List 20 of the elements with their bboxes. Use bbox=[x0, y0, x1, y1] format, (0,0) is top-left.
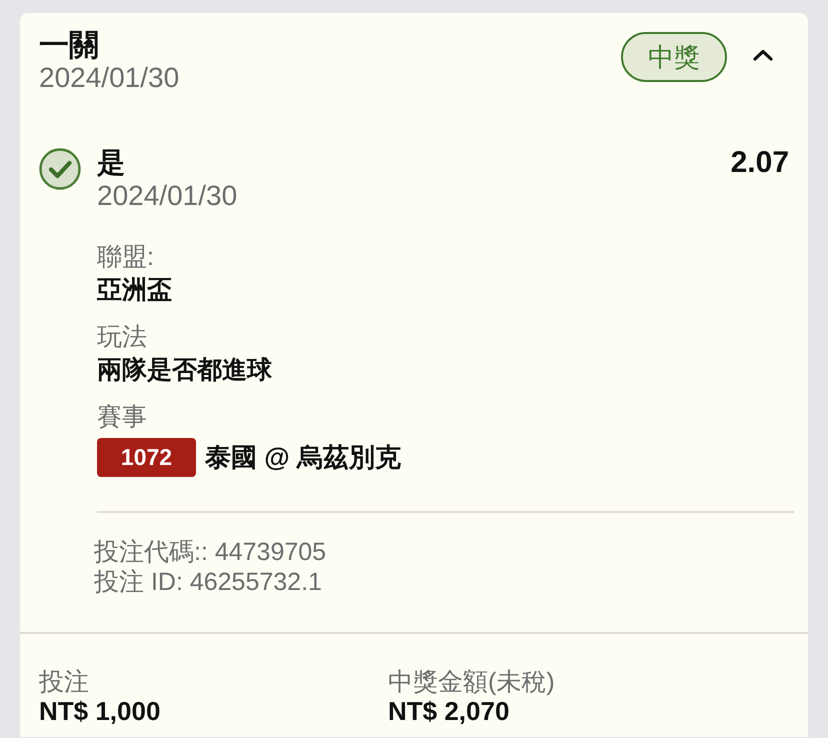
pick-label: 是 bbox=[97, 146, 125, 179]
ticket-title: 一關 bbox=[39, 30, 100, 62]
event-code-tag: 1072 bbox=[97, 438, 196, 477]
detail-value: 兩隊是否都進球 bbox=[97, 355, 273, 386]
bet-reference: 投注代碼:: 44739705 bbox=[94, 537, 328, 567]
selection-date: 2024/01/30 bbox=[97, 179, 238, 212]
chevron-icon[interactable] bbox=[753, 49, 773, 61]
summary-label: 中獎金額(未稅) bbox=[388, 668, 556, 697]
status-badge: 中獎 bbox=[621, 32, 727, 82]
summary-amount: NT$ 2,070 bbox=[388, 697, 510, 726]
detail-label: 聯盟: bbox=[97, 242, 155, 273]
summary-amount: NT$ 1,000 bbox=[39, 697, 162, 726]
ticket-date: 2024/01/30 bbox=[39, 62, 180, 94]
match-name: 泰國 @ 烏茲別克 bbox=[205, 441, 401, 474]
summary-label: 投注 bbox=[39, 668, 90, 697]
detail-label: 玩法 bbox=[97, 322, 148, 353]
detail-value: 亞洲盃 bbox=[97, 275, 173, 306]
bet-reference: 投注 ID: 46255732.1 bbox=[94, 567, 323, 597]
detail-label: 賽事 bbox=[97, 402, 148, 433]
odds-value: 2.07 bbox=[730, 146, 789, 179]
